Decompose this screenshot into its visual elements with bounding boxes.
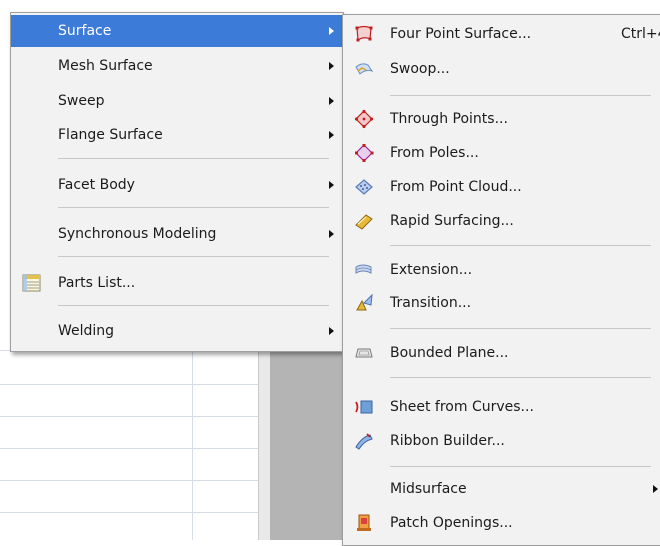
menu-item-label: Swoop... [390,61,450,77]
menu-item-label: Ribbon Builder... [390,433,505,449]
menu-separator [58,305,329,306]
submenu-arrow-icon [329,131,334,139]
menu-item-label: From Point Cloud... [390,179,522,195]
swoop-icon [355,63,374,75]
bounded-plane-icon [355,348,373,358]
four-point-surface-icon [355,25,373,42]
menu-item-label: Patch Openings... [390,515,513,531]
menu-item-mesh-surface[interactable]: Mesh Surface [11,50,343,82]
menu-item-label: Rapid Surfacing... [390,213,514,229]
sheet-from-curves-icon [355,400,373,414]
menu-item-label: Bounded Plane... [390,345,509,361]
submenu-arrow-icon [329,327,334,335]
surface-submenu: Four Point Surface... Ctrl+4 Swoop... Th… [342,14,660,546]
menu-separator [58,256,329,257]
menu-separator [390,328,651,329]
menu-item-surface[interactable]: Surface [11,15,343,47]
submenu-arrow-icon [329,181,334,189]
ribbon-builder-icon [355,433,373,450]
insert-menu: Surface Mesh Surface Sweep Flange Surfac… [10,12,344,352]
menu-item-extension[interactable]: Extension... [343,254,660,286]
menu-item-welding[interactable]: Welding [11,315,343,347]
menu-item-label: Surface [58,23,112,39]
menu-item-sweep[interactable]: Sweep [11,85,343,117]
menu-item-transition[interactable]: Transition... [343,287,660,319]
parts-list-icon [22,274,41,292]
submenu-arrow-icon [329,27,334,35]
background-table [0,350,258,540]
menu-item-label: Four Point Surface... [390,26,532,42]
menu-item-label: Synchronous Modeling [58,226,217,242]
point-cloud-icon [355,179,373,195]
menu-item-sheet-from-curves[interactable]: Sheet from Curves... [343,391,660,423]
menu-item-label: Flange Surface [58,127,163,143]
extension-icon [355,264,372,274]
background-panel [270,340,342,540]
submenu-arrow-icon [329,62,334,70]
menu-separator [390,466,651,467]
rapid-surfacing-icon [355,214,373,230]
patch-openings-icon [357,514,371,531]
menu-item-swoop[interactable]: Swoop... [343,53,660,85]
menu-item-patch-openings[interactable]: Patch Openings... [343,507,660,539]
menu-separator [390,245,651,246]
submenu-arrow-icon [653,485,658,493]
menu-item-facet-body[interactable]: Facet Body [11,169,343,201]
menu-item-label: Mesh Surface [58,58,153,74]
menu-item-from-point-cloud[interactable]: From Point Cloud... [343,171,660,203]
menu-separator [58,158,329,159]
menu-item-from-poles[interactable]: From Poles... [343,137,660,169]
menu-separator [390,377,651,378]
submenu-arrow-icon [329,97,334,105]
menu-item-label: Welding [58,323,115,339]
menu-item-four-point-surface[interactable]: Four Point Surface... Ctrl+4 [343,18,660,50]
transition-icon [356,293,373,311]
from-poles-icon [355,144,374,162]
menu-item-label: Parts List... [58,275,136,291]
menu-item-midsurface[interactable]: Midsurface [343,473,660,505]
menu-item-label: Sweep [58,93,105,109]
menu-item-rapid-surfacing[interactable]: Rapid Surfacing... [343,205,660,237]
menu-item-label: Midsurface [390,481,467,497]
menu-item-label: Sheet from Curves... [390,399,534,415]
menu-item-synchronous-modeling[interactable]: Synchronous Modeling [11,218,343,250]
shortcut-label: Ctrl+4 [621,26,660,42]
menu-item-ribbon-builder[interactable]: Ribbon Builder... [343,425,660,457]
menu-item-label: Extension... [390,262,473,278]
through-points-icon [354,109,374,129]
menu-item-bounded-plane[interactable]: Bounded Plane... [343,337,660,369]
menu-item-label: Transition... [390,295,472,311]
menu-item-parts-list[interactable]: Parts List... [11,267,343,299]
menu-separator [390,95,651,96]
menu-item-label: Facet Body [58,177,135,193]
menu-separator [58,207,329,208]
menu-item-label: Through Points... [390,111,508,127]
menu-item-flange-surface[interactable]: Flange Surface [11,119,343,151]
submenu-arrow-icon [329,230,334,238]
menu-item-label: From Poles... [390,145,479,161]
menu-item-through-points[interactable]: Through Points... [343,103,660,135]
